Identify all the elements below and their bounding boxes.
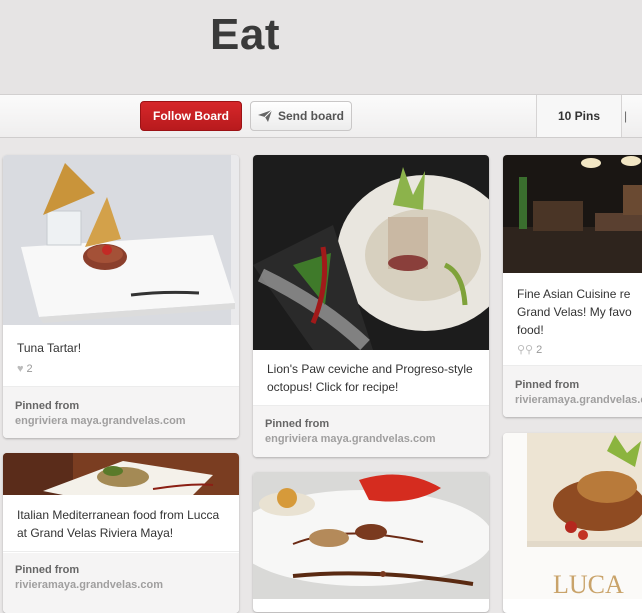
pin-image[interactable] (3, 453, 239, 495)
pinned-from-label: Pinned from (265, 418, 330, 430)
pin-source-url[interactable]: engriviera maya.grandvelas.com (265, 432, 485, 447)
pin-source[interactable]: Pinned from engriviera maya.grandvelas.c… (15, 399, 235, 429)
pinned-from-label: Pinned from (15, 400, 80, 412)
send-board-label: Send board (277, 109, 344, 123)
pin-image[interactable] (503, 155, 642, 273)
pin-repin-icon: ⚲⚲ (517, 344, 534, 356)
pin-description: Fine Asian Cuisine re Grand Velas! My fa… (517, 287, 632, 337)
tab-pins-count[interactable]: 10 Pins (536, 95, 622, 137)
pin-likes: ♥ 2 (17, 363, 33, 375)
board-toolbar: Follow Board Send board 10 Pins | (0, 94, 642, 138)
pin-card[interactable]: Italian Mediterranean food from Lucca at… (3, 453, 239, 613)
pin-divider (3, 551, 239, 552)
lucca-logo: LUCA (553, 570, 624, 599)
pin-image[interactable]: LUCA (503, 433, 642, 599)
pin-image[interactable] (253, 472, 489, 599)
pin-source[interactable]: Pinned from rivieramaya.grandvelas.com (515, 378, 642, 408)
pin-description: Italian Mediterranean food from Lucca at… (17, 508, 220, 540)
pinned-from-label: Pinned from (15, 564, 80, 576)
pinned-from-label: Pinned from (515, 379, 580, 391)
pin-description: Tuna Tartar! (17, 341, 82, 355)
pin-repins: ⚲⚲ 2 (517, 343, 543, 357)
pin-description: Lion's Paw ceviche and Progreso-style oc… (267, 362, 473, 394)
pin-source-url[interactable]: rivieramaya.grandvelas.com (15, 578, 235, 593)
pin-like-count: 2 (26, 363, 33, 375)
pin-card[interactable] (253, 472, 489, 612)
pin-card[interactable]: Lion's Paw ceviche and Progreso-style oc… (253, 155, 489, 457)
pin-source-url[interactable]: rivieramaya.grandvelas.com (515, 393, 642, 408)
heart-icon: ♥ (17, 363, 24, 375)
pin-card[interactable]: Fine Asian Cuisine re Grand Velas! My fa… (503, 155, 642, 417)
pin-source[interactable]: Pinned from engriviera maya.grandvelas.c… (265, 417, 485, 447)
pin-card[interactable]: Tuna Tartar! ♥ 2 Pinned from engriviera … (3, 155, 239, 438)
pin-repin-count: 2 (536, 343, 543, 356)
pin-image[interactable] (253, 155, 489, 350)
pin-source-url[interactable]: engriviera maya.grandvelas.com (15, 414, 235, 429)
paper-plane-icon (257, 110, 272, 122)
board-title: Eat (210, 10, 280, 59)
pin-image[interactable] (3, 155, 239, 325)
tab-next-partial[interactable]: | (620, 95, 642, 137)
send-board-button[interactable]: Send board (250, 101, 352, 131)
follow-board-button[interactable]: Follow Board (140, 101, 242, 131)
pin-source[interactable]: Pinned from rivieramaya.grandvelas.com (15, 563, 235, 593)
board-header: Eat (0, 0, 642, 94)
pin-card[interactable]: LUCA (503, 433, 642, 613)
